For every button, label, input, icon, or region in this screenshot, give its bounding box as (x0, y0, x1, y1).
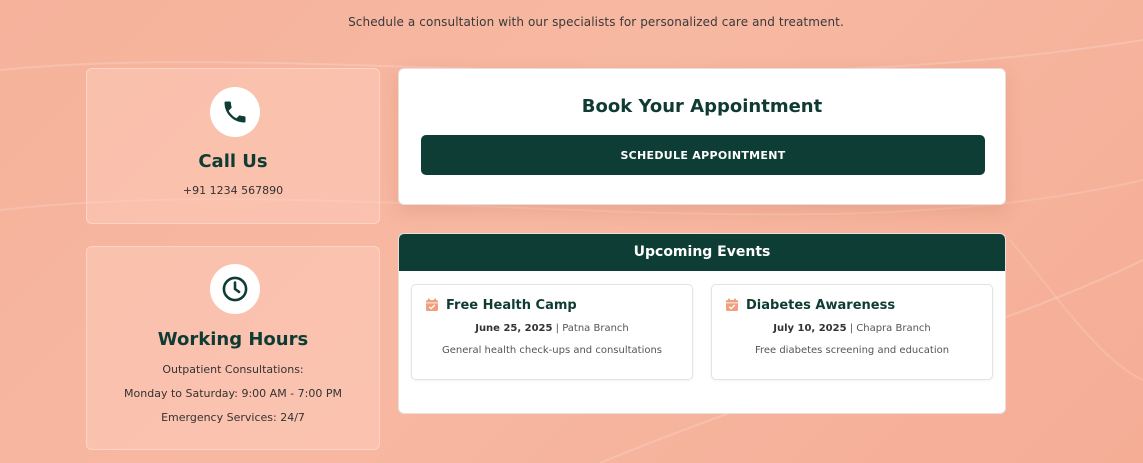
clock-icon-circle (210, 264, 260, 314)
upcoming-events-header: Upcoming Events (399, 234, 1005, 271)
event-card-health-camp[interactable]: Free Health Camp June 25, 2025 | Patna B… (411, 284, 693, 380)
event-location: Chapra Branch (856, 323, 931, 334)
phone-number[interactable]: +91 1234 567890 (87, 184, 379, 197)
intro-text: Schedule a consultation with our special… (348, 15, 844, 29)
hours-line-outpatient: Outpatient Consultations: (162, 363, 304, 376)
event-description: Free diabetes screening and education (754, 345, 950, 356)
book-appointment-title: Book Your Appointment (581, 96, 823, 117)
schedule-appointment-button[interactable]: SCHEDULE APPOINTMENT (421, 135, 985, 175)
working-hours-title: Working Hours (157, 329, 309, 350)
phone-icon (224, 101, 246, 123)
event-date: July 10, 2025 (773, 323, 847, 334)
upcoming-events-card: Upcoming Events Free Health Camp June 25… (398, 233, 1006, 414)
event-title: Free Health Camp (446, 298, 577, 313)
event-description: General health check-ups and consultatio… (441, 345, 663, 356)
calendar-check-icon (726, 298, 738, 311)
clock-icon (222, 276, 248, 302)
phone-icon-circle (210, 87, 260, 137)
event-separator: | (552, 323, 563, 334)
call-us-card: Call Us +91 1234 567890 (86, 68, 380, 224)
event-separator: | (846, 323, 857, 334)
hours-line-weekdays: Monday to Saturday: 9:00 AM - 7:00 PM (124, 387, 342, 400)
working-hours-card: Working Hours Outpatient Consultations: … (86, 246, 380, 450)
event-card-diabetes-awareness[interactable]: Diabetes Awareness July 10, 2025 | Chapr… (711, 284, 993, 380)
hours-line-emergency: Emergency Services: 24/7 (161, 411, 305, 424)
book-appointment-card: Book Your Appointment SCHEDULE APPOINTME… (398, 68, 1006, 205)
event-meta: June 25, 2025 | Patna Branch (412, 323, 692, 334)
event-title: Diabetes Awareness (746, 298, 896, 313)
event-meta: July 10, 2025 | Chapra Branch (712, 323, 992, 334)
event-date: June 25, 2025 (475, 323, 553, 334)
event-location: Patna Branch (562, 323, 629, 334)
calendar-check-icon (426, 298, 438, 311)
call-us-title: Call Us (198, 151, 268, 172)
